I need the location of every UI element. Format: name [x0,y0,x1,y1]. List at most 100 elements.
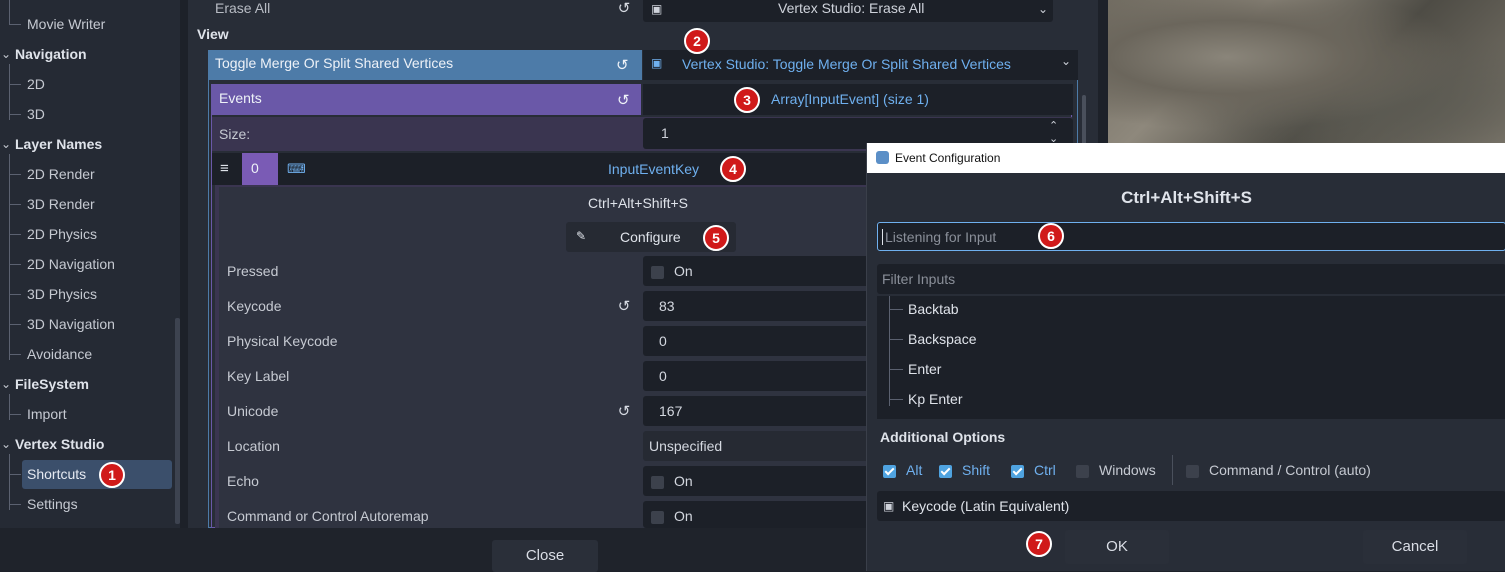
viewport-background [1108,0,1505,143]
list-tree-branch [889,399,903,400]
events-value-box[interactable]: Array[InputEvent] (size 1) [643,84,1073,115]
chevron-down-icon[interactable]: ⌄ [1038,0,1048,18]
prop-physical-keycode-value: 0 [659,333,667,349]
tree-item-import[interactable]: Import [27,401,67,427]
ctrl-label: Ctrl [1034,462,1056,478]
list-item[interactable]: Kp Enter [908,391,962,407]
shortcut-text: Ctrl+Alt+Shift+S [588,195,688,211]
tree-category-navigation[interactable]: Navigation [15,41,87,67]
tree-item-3d-render[interactable]: 3D Render [27,191,95,217]
erase-all-label: Erase All [215,0,271,16]
revert-icon[interactable]: ↺ [616,299,632,315]
erase-all-value: Vertex Studio: Erase All [778,0,925,16]
list-tree-branch [889,309,903,310]
drag-handle-icon[interactable]: ≡ [220,161,229,177]
checkbox-checked-icon [1011,464,1024,478]
toggle-label: Toggle Merge Or Split Shared Vertices [215,55,454,71]
tree-item-settings[interactable]: Settings [27,491,78,517]
command-control-label: Command / Control (auto) [1209,462,1371,478]
events-label: Events [219,90,262,106]
tree-item-movie-writer[interactable]: Movie Writer [27,11,105,37]
list-tree-branch [889,339,903,340]
filter-inputs-placeholder: Filter Inputs [882,271,956,287]
tree-item-shortcuts[interactable]: Shortcuts [27,461,86,487]
configure-label: Configure [620,229,681,245]
event-type[interactable]: InputEventKey [608,161,699,177]
checkbox-icon [1076,464,1089,478]
keycode-mode-label: Keycode (Latin Equivalent) [902,498,1070,514]
tree-item-2d[interactable]: 2D [27,71,45,97]
list-item[interactable]: Enter [908,361,941,377]
tree-category-layer-names[interactable]: Layer Names [15,131,102,157]
events-row-header[interactable]: Events ↺ [211,84,641,115]
settings-tree: ⌄ ⌄ ⌄ ⌄ Movie Writer Navigation 2D 3D La… [0,0,180,528]
command-control-checkbox[interactable]: Command / Control (auto) [1186,462,1371,478]
tree-item-2d-navigation[interactable]: 2D Navigation [27,251,115,277]
prop-unicode-label: Unicode [227,403,279,419]
windows-checkbox[interactable]: Windows [1076,462,1156,478]
revert-icon[interactable]: ↺ [616,1,632,17]
annotation-badge-1: 1 [99,462,125,488]
checkbox-icon [651,475,664,489]
tree-category-vertex-studio[interactable]: Vertex Studio [15,431,104,457]
shortcut-display: Ctrl+Alt+Shift+S [1121,188,1252,207]
revert-icon[interactable]: ↺ [616,56,629,74]
prop-keycode-value: 83 [659,298,675,314]
listen-input-placeholder: Listening for Input [882,229,996,245]
chevron-down-icon[interactable]: ⌄ [1061,54,1071,68]
section-view: View [197,26,229,42]
app-logo-icon [876,151,889,164]
toggle-value: Vertex Studio: Toggle Merge Or Split Sha… [682,56,1011,72]
prop-pressed-value: On [674,263,693,279]
tree-item-3d[interactable]: 3D [27,101,45,127]
save-icon: ▣ [651,56,663,70]
listen-input-field[interactable]: Listening for Input [877,222,1505,251]
annotation-badge-4: 4 [720,156,746,182]
prop-location-value: Unspecified [649,438,723,454]
shift-checkbox[interactable]: Shift [939,462,990,478]
save-icon: ▣ [651,2,663,16]
additional-options-heading: Additional Options [880,429,1006,445]
event-configuration-dialog: Event Configuration Ctrl+Alt+Shift+S Lis… [866,143,1505,571]
prop-echo-label: Echo [227,473,259,489]
filter-inputs-field[interactable]: Filter Inputs [877,264,1505,294]
tree-item-avoidance[interactable]: Avoidance [27,341,92,367]
input-event-key-icon: ⌨ [287,161,306,176]
tree-item-2d-physics[interactable]: 2D Physics [27,221,97,247]
revert-icon[interactable]: ↺ [616,404,632,420]
alt-checkbox[interactable]: Alt [883,462,922,478]
windows-label: Windows [1099,462,1156,478]
list-item[interactable]: Backtab [908,301,959,317]
tree-item-3d-physics[interactable]: 3D Physics [27,281,97,307]
size-value: 1 [661,125,669,141]
tree-category-filesystem[interactable]: FileSystem [15,371,89,397]
list-tree-line [889,296,890,406]
close-button[interactable]: Close [492,540,598,572]
cancel-button[interactable]: Cancel [1363,530,1467,564]
events-value: Array[InputEvent] (size 1) [771,91,929,107]
tree-scrollbar[interactable] [175,318,180,524]
toggle-value-box[interactable]: ▣ Vertex Studio: Toggle Merge Or Split S… [643,50,1078,80]
toggle-row-header[interactable]: Toggle Merge Or Split Shared Vertices ↺ [208,50,642,80]
ctrl-checkbox[interactable]: Ctrl [1011,462,1056,478]
annotation-badge-3: 3 [734,87,760,113]
prop-echo-value: On [674,473,693,489]
checkbox-icon [651,510,664,524]
list-item[interactable]: Backspace [908,331,976,347]
checkbox-icon [1186,464,1199,478]
input-list: Backtab Backspace Enter Kp Enter [877,296,1505,419]
tree-item-2d-render[interactable]: 2D Render [27,161,95,187]
annotation-badge-7: 7 [1026,531,1052,557]
erase-all-value-box[interactable]: ▣ Vertex Studio: Erase All ⌄ [643,0,1053,22]
ok-button[interactable]: OK [1065,530,1169,564]
prop-unicode-value: 167 [659,403,683,419]
checkbox-checked-icon [939,464,952,478]
keycode-mode-dropdown[interactable]: ▣ Keycode (Latin Equivalent) [877,491,1505,521]
dialog-titlebar[interactable]: Event Configuration [867,143,1505,173]
tree-item-3d-navigation[interactable]: 3D Navigation [27,311,115,337]
prop-location-label: Location [227,438,280,454]
revert-icon[interactable]: ↺ [617,91,630,109]
checkbox-icon [651,265,664,279]
prop-physical-keycode-label: Physical Keycode [227,333,338,349]
prop-command-control-label: Command or Control Autoremap [227,508,429,524]
